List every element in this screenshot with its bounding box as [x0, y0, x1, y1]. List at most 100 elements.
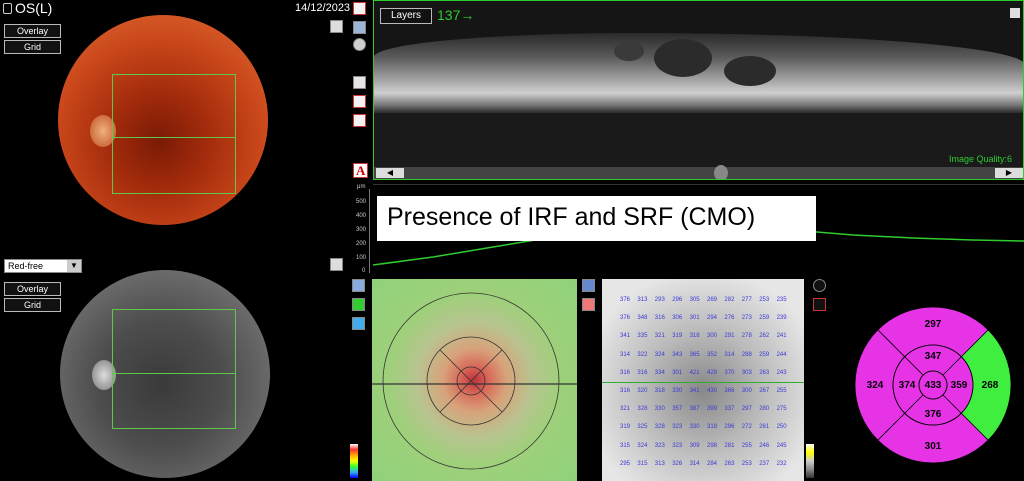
grid-cell: 399 [707, 406, 718, 413]
scan-pattern-tool-icon[interactable] [353, 76, 366, 89]
fundus-grid-button[interactable]: Grid [4, 40, 61, 54]
grid-cell: 387 [689, 406, 700, 413]
grid-cell: 322 [637, 351, 648, 358]
grid-cell: 319 [620, 424, 631, 431]
annotation-box: Presence of IRF and SRF (CMO) [377, 196, 816, 241]
grid-cell: 294 [707, 315, 718, 322]
grid-cell: 235 [776, 297, 787, 303]
profile-tick: 300 [356, 227, 367, 233]
scroll-thumb[interactable] [714, 165, 728, 179]
eye-label: OS(L) [15, 0, 53, 16]
grid-cell: 429 [707, 369, 718, 376]
grid-cell: 370 [724, 369, 735, 376]
oct-expand-icon[interactable] [1010, 8, 1020, 18]
eye-view-tool-icon[interactable] [353, 21, 366, 34]
scroll-right-icon[interactable]: ▶ [995, 168, 1023, 178]
fundus-scan-line [112, 137, 236, 138]
grid-cell: 284 [707, 460, 718, 467]
map-color-tool-icon[interactable] [352, 279, 365, 292]
grid-cell: 348 [637, 315, 648, 322]
layers-tool-icon[interactable] [353, 2, 366, 15]
grid-cell: 335 [637, 333, 648, 340]
etdrs-quadrant-icon[interactable] [813, 298, 826, 311]
grid-cell: 295 [620, 460, 631, 467]
text-tool-icon[interactable]: A [353, 163, 368, 178]
grid-cell: 306 [672, 315, 683, 322]
map-3d-tool-icon[interactable] [352, 317, 365, 330]
grid-cell: 314 [620, 351, 631, 358]
profile-unit: μm [357, 184, 366, 190]
profile-tick: 100 [356, 255, 367, 261]
grid-tool-icon[interactable] [582, 279, 595, 292]
grid-cell: 334 [654, 369, 665, 376]
grid-cell: 316 [620, 369, 631, 376]
grid-cell: 320 [637, 388, 648, 394]
oct-cyst [614, 41, 644, 61]
grid-cell: 269 [707, 297, 718, 303]
thickness-map-image [372, 279, 577, 481]
grid-cell: 243 [776, 369, 787, 376]
profile-tick: 500 [356, 199, 367, 205]
fundus-overlay-button[interactable]: Overlay [4, 24, 61, 38]
eye-label-icon [3, 3, 12, 14]
grid-cell: 376 [620, 315, 631, 322]
oct-scroll-bar[interactable] [374, 167, 1023, 179]
scroll-left-icon[interactable]: ◀ [376, 168, 404, 178]
oct-bscan-panel: ◀ ▶ Image Quality:6 [373, 0, 1024, 180]
grid-cell: 376 [620, 297, 631, 303]
redfree-scan-box [112, 309, 236, 429]
grid-cell: 352 [707, 351, 718, 358]
etdrs-outer-temporal: 268 [982, 380, 999, 391]
grid-cell: 293 [654, 297, 665, 303]
disc-tool-icon[interactable] [353, 38, 366, 51]
oct-quality-label: Image Quality:6 [949, 154, 1013, 164]
grid-cell: 323 [672, 442, 683, 449]
etdrs-inner-superior: 347 [925, 351, 942, 362]
grid-cell: 262 [759, 333, 770, 340]
map-green-tool-icon[interactable] [352, 298, 365, 311]
grid-cell: 314 [689, 460, 700, 467]
grid-compare-icon[interactable] [582, 298, 595, 311]
grid-cell: 291 [724, 333, 735, 340]
redfree-mode-value: Red-free [8, 261, 44, 271]
redfree-mode-select[interactable]: Red-free ▼ [4, 259, 82, 273]
grid-cell: 261 [759, 424, 770, 431]
grid-cell: 272 [741, 424, 752, 431]
grid-cell: 276 [724, 315, 735, 322]
measure-tool-icon[interactable] [353, 114, 366, 127]
grid-cell: 325 [637, 424, 648, 431]
grid-cell: 296 [672, 297, 683, 303]
etdrs-sector-icon[interactable] [813, 279, 826, 292]
grid-cell: 296 [724, 424, 735, 431]
grid-cell: 309 [689, 442, 700, 449]
grid-cell: 341 [689, 388, 700, 394]
fundus-expand-icon[interactable] [330, 20, 343, 33]
grid-cell: 343 [672, 351, 683, 358]
grid-cell: 250 [776, 424, 787, 431]
redfree-scan-line [112, 373, 236, 374]
grid-cell: 281 [724, 442, 735, 449]
compare-tool-icon[interactable] [353, 95, 366, 108]
grid-cell: 241 [776, 333, 787, 340]
grid-cell: 237 [759, 460, 770, 467]
etdrs-chart: 297 347 324 374 433 359 268 376 301 [854, 306, 1012, 464]
grid-cell: 337 [724, 406, 735, 413]
grid-cell: 330 [689, 424, 700, 431]
grid-cell: 232 [776, 460, 787, 467]
layers-button[interactable]: Layers [380, 8, 432, 24]
etdrs-overlay-on-map [372, 292, 577, 470]
redfree-overlay-button[interactable]: Overlay [4, 282, 61, 296]
grid-cell: 255 [741, 442, 752, 449]
grid-cell: 315 [620, 442, 631, 449]
grid-cell: 255 [776, 388, 787, 394]
grid-cell: 259 [759, 351, 770, 358]
grid-cell: 263 [759, 369, 770, 376]
grid-cell: 321 [620, 406, 631, 413]
grid-cell: 316 [654, 315, 665, 322]
fundus-scan-box [112, 74, 236, 194]
grid-cell: 301 [689, 315, 700, 322]
redfree-expand-icon[interactable] [330, 258, 343, 271]
grid-cell: 305 [689, 297, 700, 303]
redfree-grid-button[interactable]: Grid [4, 298, 61, 312]
chevron-down-icon: ▼ [67, 260, 81, 272]
